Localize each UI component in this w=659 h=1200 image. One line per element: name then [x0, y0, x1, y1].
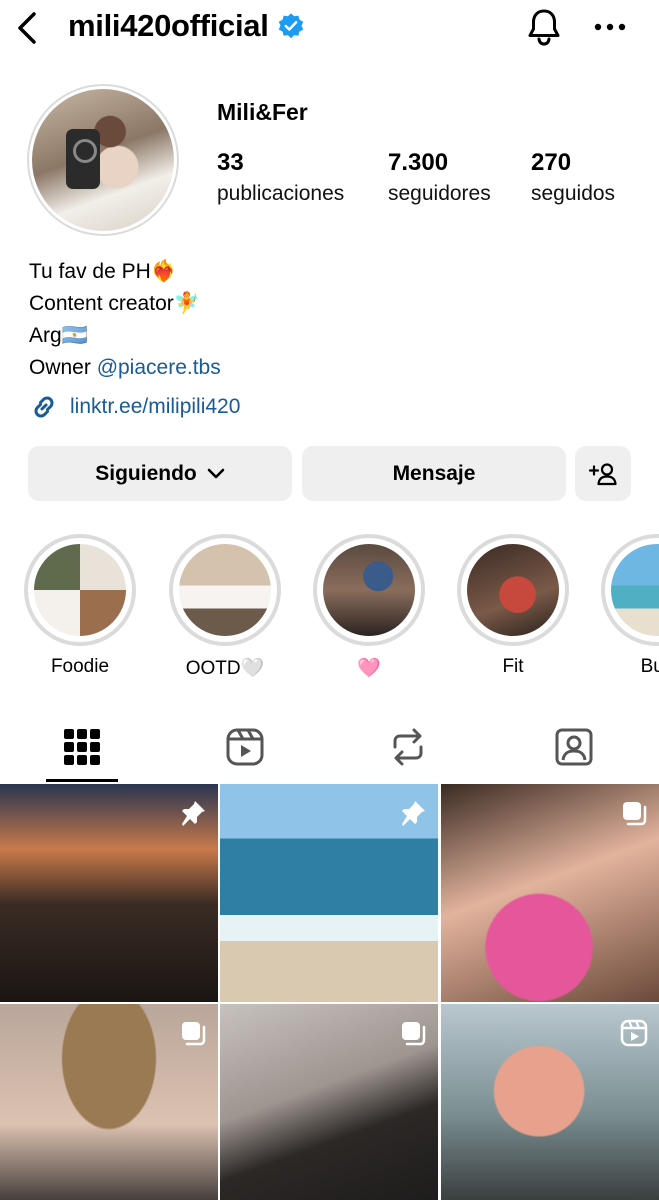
story-highlights: Foodie OOTD🤍 🩷 Fit Buz — [0, 534, 659, 684]
username-text: mili420official — [68, 8, 269, 43]
posts-grid — [0, 784, 659, 1200]
notifications-button[interactable] — [524, 6, 564, 48]
post-thumbnail[interactable] — [441, 1004, 659, 1200]
chevron-down-icon — [207, 468, 225, 478]
display-name: Mili&Fer — [217, 99, 308, 125]
highlight-item[interactable]: Buz — [601, 534, 659, 678]
reel-icon — [619, 1018, 649, 1048]
followers-count: 7.300 — [388, 149, 449, 176]
message-button[interactable]: Mensaje — [302, 446, 566, 501]
grid-icon — [64, 729, 100, 765]
stat-following[interactable]: 270 seguidos — [531, 148, 615, 210]
highlight-label: Buz — [640, 656, 659, 677]
post-thumbnail[interactable] — [220, 784, 438, 1002]
link-icon — [34, 396, 54, 418]
repost-icon — [393, 728, 423, 766]
carousel-icon — [619, 798, 649, 828]
profile-tabs — [0, 712, 659, 782]
top-bar: mili420official — [0, 0, 659, 56]
verified-badge-icon — [278, 13, 303, 39]
highlight-item[interactable]: Fit — [457, 534, 569, 678]
highlight-label: OOTD🤍 — [185, 658, 265, 679]
followers-label: seguidores — [388, 182, 491, 205]
following-count: 270 — [531, 149, 572, 176]
highlight-label: 🩷 — [357, 658, 381, 679]
highlight-cover — [601, 534, 659, 646]
bio-line: Content creator🧚 — [29, 292, 200, 315]
pin-icon — [398, 798, 428, 828]
chevron-left-icon — [18, 12, 36, 44]
tab-reposts[interactable] — [372, 712, 444, 782]
highlight-item[interactable]: OOTD🤍 — [169, 534, 281, 680]
highlight-cover — [24, 534, 136, 646]
following-label: Siguiendo — [95, 461, 197, 485]
active-tab-indicator — [46, 779, 118, 782]
tab-posts-grid[interactable] — [46, 712, 118, 782]
post-thumbnail[interactable] — [0, 1004, 218, 1200]
highlight-cover — [313, 534, 425, 646]
posts-label: publicaciones — [217, 182, 345, 205]
following-label: seguidos — [531, 182, 616, 205]
pin-icon — [178, 798, 208, 828]
reels-icon — [226, 728, 264, 766]
post-thumbnail[interactable] — [441, 784, 659, 1002]
bell-icon — [528, 9, 560, 46]
carousel-icon — [398, 1018, 428, 1048]
link-text: linktr.ee/milipili420 — [70, 395, 241, 418]
bio-line: Arg🇦🇷 — [29, 324, 88, 347]
highlight-item[interactable]: Foodie — [24, 534, 136, 678]
add-user-icon — [588, 462, 617, 485]
message-label: Mensaje — [392, 461, 476, 485]
profile-avatar[interactable] — [27, 84, 179, 236]
highlight-label: Fit — [502, 656, 524, 677]
avatar-image — [32, 89, 174, 231]
profile-username: mili420official — [68, 8, 305, 44]
tab-tagged[interactable] — [538, 712, 610, 782]
more-options-button[interactable] — [590, 12, 630, 42]
highlight-cover — [457, 534, 569, 646]
posts-count: 33 — [217, 149, 244, 176]
profile-bio: Tu fav de PH❤️‍🔥 Content creator🧚 Arg🇦🇷 … — [29, 256, 221, 384]
suggest-users-button[interactable] — [575, 446, 631, 501]
tagged-user-icon — [555, 728, 593, 766]
post-thumbnail[interactable] — [220, 1004, 438, 1200]
post-thumbnail[interactable] — [0, 784, 218, 1002]
following-button[interactable]: Siguiendo — [28, 446, 292, 501]
bio-line-owner: Owner @piacere.tbs — [29, 352, 221, 384]
external-link[interactable]: linktr.ee/milipili420 — [29, 392, 240, 422]
tab-reels[interactable] — [209, 712, 281, 782]
highlight-label: Foodie — [50, 656, 110, 677]
stat-followers[interactable]: 7.300 seguidores — [388, 148, 491, 210]
bio-line: Tu fav de PH❤️‍🔥 — [29, 260, 177, 283]
stat-posts[interactable]: 33 publicaciones — [217, 148, 344, 210]
highlight-cover — [169, 534, 281, 646]
carousel-icon — [178, 1018, 208, 1048]
mention-link[interactable]: @piacere.tbs — [97, 356, 221, 379]
highlight-item[interactable]: 🩷 — [313, 534, 425, 680]
more-horizontal-icon — [594, 23, 626, 31]
owner-prefix: Owner — [29, 356, 97, 379]
back-button[interactable] — [12, 10, 42, 46]
